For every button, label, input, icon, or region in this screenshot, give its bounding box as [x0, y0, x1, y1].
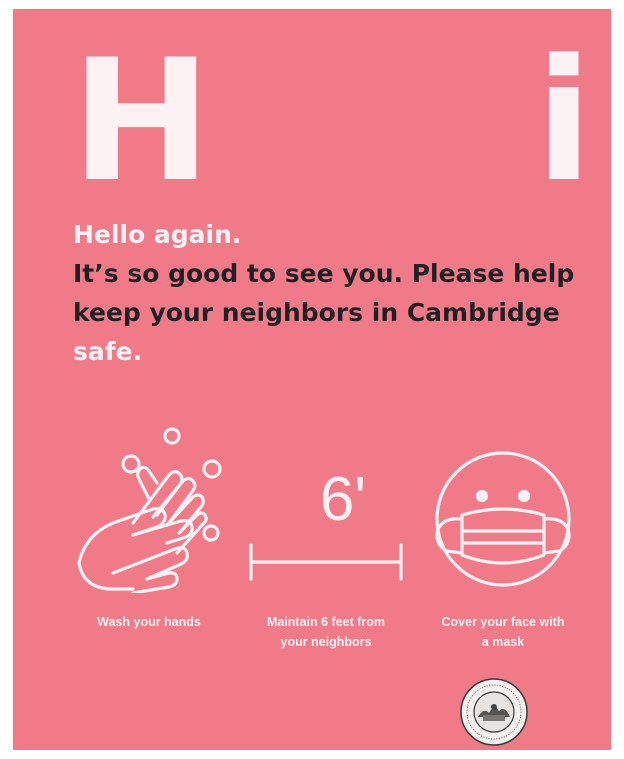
distance-caption: Maintain 6 feet from your neighbors	[233, 612, 419, 652]
distance-caption-line1: Maintain 6 feet from	[266, 615, 386, 629]
distance-icon	[247, 542, 405, 582]
greeting-text: Hello again.	[73, 220, 242, 249]
mask-caption-line2: a mask	[481, 635, 525, 649]
six-feet-label: 6'	[319, 465, 367, 534]
wash-hands-caption: Wash your hands	[69, 612, 229, 632]
headline: Hello again. It’s so good to see you. Pl…	[73, 215, 593, 371]
message-text: It’s so good to see you. Please help kee…	[73, 259, 575, 327]
poster: H i Hello again. It’s so good to see you…	[13, 9, 611, 750]
face-mask-icon	[424, 445, 582, 593]
mask-caption: Cover your face with a mask	[413, 612, 593, 652]
wash-hands-caption-text: Wash your hands	[97, 615, 201, 629]
distance-caption-line2: your neighbors	[280, 635, 372, 649]
wash-hands-icon	[69, 423, 229, 593]
city-seal-icon	[459, 677, 529, 750]
big-letter-h: H	[71, 23, 212, 219]
big-letter-i: i	[535, 23, 593, 219]
mask-caption-line1: Cover your face with	[441, 615, 565, 629]
message-safe-text: safe.	[73, 337, 143, 366]
